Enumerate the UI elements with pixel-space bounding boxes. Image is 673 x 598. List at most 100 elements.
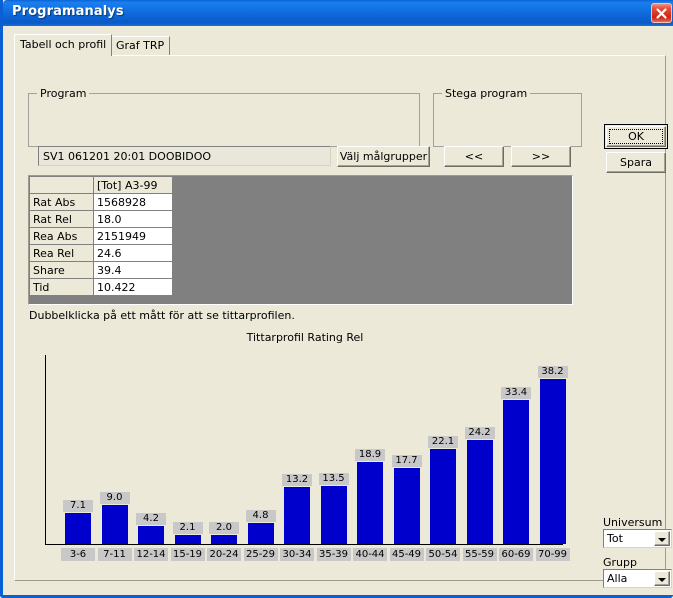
title-bar: Programanalys: [3, 0, 673, 26]
row-label: Share: [29, 261, 94, 279]
chart-category-label: 50-54: [426, 548, 460, 561]
chart-bar-value-label: 38.2: [537, 366, 568, 378]
chart-category-label: 3-6: [61, 548, 95, 561]
table-corner-cell: [29, 176, 94, 194]
chart-title: Tittarprofil Rating Rel: [246, 331, 364, 344]
results-table: [Tot] A3-99 Rat Abs 1568928 Rat Rel 18.0…: [29, 176, 173, 296]
select-target-groups-button[interactable]: Välj målgrupper: [337, 146, 430, 167]
chart-bar[interactable]: [466, 440, 493, 544]
step-program-groupbox-title: Stega program: [442, 87, 531, 100]
step-program-groupbox: Stega program: [433, 87, 582, 147]
hint-text: Dubbelklicka på ett mått för att se titt…: [29, 309, 295, 322]
chart-category-label: 12-14: [134, 548, 168, 561]
chart-bar-value-label: 24.2: [464, 427, 495, 439]
chart-category-label: 30-34: [280, 548, 314, 561]
chart-bar-value-label: 2.0: [209, 522, 239, 534]
chart-bar[interactable]: [284, 487, 310, 544]
chart-bar[interactable]: [539, 379, 566, 544]
chart-bar[interactable]: [138, 526, 164, 544]
chart-bar-value-label: 2.1: [172, 522, 203, 534]
grupp-selected-value: Alla: [607, 572, 628, 585]
table-row[interactable]: Rea Rel 24.6: [29, 244, 173, 262]
close-button[interactable]: [651, 3, 672, 23]
step-prev-button[interactable]: <<: [444, 146, 504, 167]
viewer-profile-chart: Tittarprofil Rating Rel 7.1 3-6 9.0 7-11 4.2…: [25, 331, 585, 576]
chart-category-label: 40-44: [353, 548, 387, 561]
row-value: 2151949: [93, 227, 173, 245]
table-row[interactable]: Rea Abs 2151949: [29, 227, 173, 245]
grupp-label: Grupp: [603, 556, 637, 569]
row-label: Tid: [29, 278, 94, 296]
ok-button[interactable]: OK: [604, 124, 668, 149]
row-label: Rat Rel: [29, 210, 94, 228]
grupp-select[interactable]: Alla: [603, 569, 672, 588]
chart-bar-value-label: 22.1: [428, 436, 458, 448]
chart-bar[interactable]: [393, 468, 420, 544]
chart-bar[interactable]: [211, 535, 237, 544]
chevron-down-icon[interactable]: [654, 531, 670, 546]
universum-selected-value: Tot: [607, 532, 623, 545]
chart-bar-value-label: 13.5: [318, 473, 349, 485]
chart-category-label: 70-99: [535, 548, 570, 561]
dialog-window: Programanalys Tabell och profil Graf TRP…: [0, 0, 673, 598]
tab-tabell-och-profil[interactable]: Tabell och profil: [14, 34, 113, 56]
table-header-row: [Tot] A3-99: [29, 176, 173, 194]
chart-category-label: 35-39: [316, 548, 351, 561]
chart-category-label: 20-24: [207, 548, 241, 561]
chart-bar[interactable]: [247, 523, 274, 544]
chart-category-label: 7-11: [97, 548, 132, 561]
chart-bar-value-label: 13.2: [282, 474, 312, 486]
table-row[interactable]: Rat Abs 1568928: [29, 193, 173, 211]
close-icon: [656, 8, 667, 19]
chart-x-axis: [45, 544, 563, 545]
chart-bar[interactable]: [430, 449, 456, 544]
program-groupbox-title: Program: [37, 87, 90, 100]
table-row[interactable]: Tid 10.422: [29, 278, 173, 296]
chart-category-label: 45-49: [389, 548, 424, 561]
chart-bar-value-label: 4.8: [245, 510, 276, 522]
row-value: 18.0: [93, 210, 173, 228]
ok-button-label: OK: [609, 129, 663, 144]
chart-bar[interactable]: [101, 505, 128, 544]
chart-bar[interactable]: [320, 486, 347, 544]
chart-category-label: 60-69: [499, 548, 533, 561]
chart-y-axis: [45, 355, 46, 545]
table-row[interactable]: Share 39.4: [29, 261, 173, 279]
chevron-down-icon[interactable]: [654, 571, 670, 586]
window-title: Programanalys: [12, 4, 124, 19]
row-value: 24.6: [93, 244, 173, 262]
chart-bar[interactable]: [357, 462, 383, 544]
chart-bar-value-label: 18.9: [355, 449, 385, 461]
chart-category-label: 55-59: [462, 548, 497, 561]
universum-label: Universum: [603, 516, 663, 529]
chart-bar-value-label: 7.1: [63, 500, 93, 512]
chart-bar[interactable]: [174, 535, 201, 544]
row-value: 10.422: [93, 278, 173, 296]
table-row[interactable]: Rat Rel 18.0: [29, 210, 173, 228]
step-next-button[interactable]: >>: [511, 146, 571, 167]
chart-bar[interactable]: [65, 513, 91, 544]
row-value: 39.4: [93, 261, 173, 279]
program-groupbox: Program: [28, 87, 420, 147]
results-table-body: [Tot] A3-99 Rat Abs 1568928 Rat Rel 18.0…: [29, 176, 173, 296]
chart-category-label: 15-19: [170, 548, 205, 561]
tab-panel: Program Stega program SV1 061201 20:01 D…: [14, 55, 672, 588]
chart-bar-value-label: 17.7: [391, 455, 422, 467]
chart-bar[interactable]: [503, 400, 529, 544]
row-value: 1568928: [93, 193, 173, 211]
chart-bar-value-label: 9.0: [99, 492, 130, 504]
universum-select[interactable]: Tot: [603, 529, 672, 548]
save-button[interactable]: Spara: [606, 152, 666, 173]
chart-plot-area: 7.1 3-6 9.0 7-11 4.2 12-14 2.1 15-19 2.0 20-24 4.8…: [45, 355, 570, 561]
chart-category-label: 25-29: [243, 548, 278, 561]
chart-bar-value-label: 33.4: [501, 387, 531, 399]
tab-graf-trp[interactable]: Graf TRP: [110, 36, 171, 55]
client-area: Tabell och profil Graf TRP Program Stega…: [6, 26, 673, 595]
row-label: Rea Abs: [29, 227, 94, 245]
table-column-header: [Tot] A3-99: [93, 176, 173, 194]
program-input[interactable]: SV1 061201 20:01 DOOBIDOO: [38, 146, 331, 166]
row-label: Rat Abs: [29, 193, 94, 211]
results-grid[interactable]: [Tot] A3-99 Rat Abs 1568928 Rat Rel 18.0…: [28, 175, 573, 305]
chart-bar-value-label: 4.2: [136, 513, 166, 525]
row-label: Rea Rel: [29, 244, 94, 262]
